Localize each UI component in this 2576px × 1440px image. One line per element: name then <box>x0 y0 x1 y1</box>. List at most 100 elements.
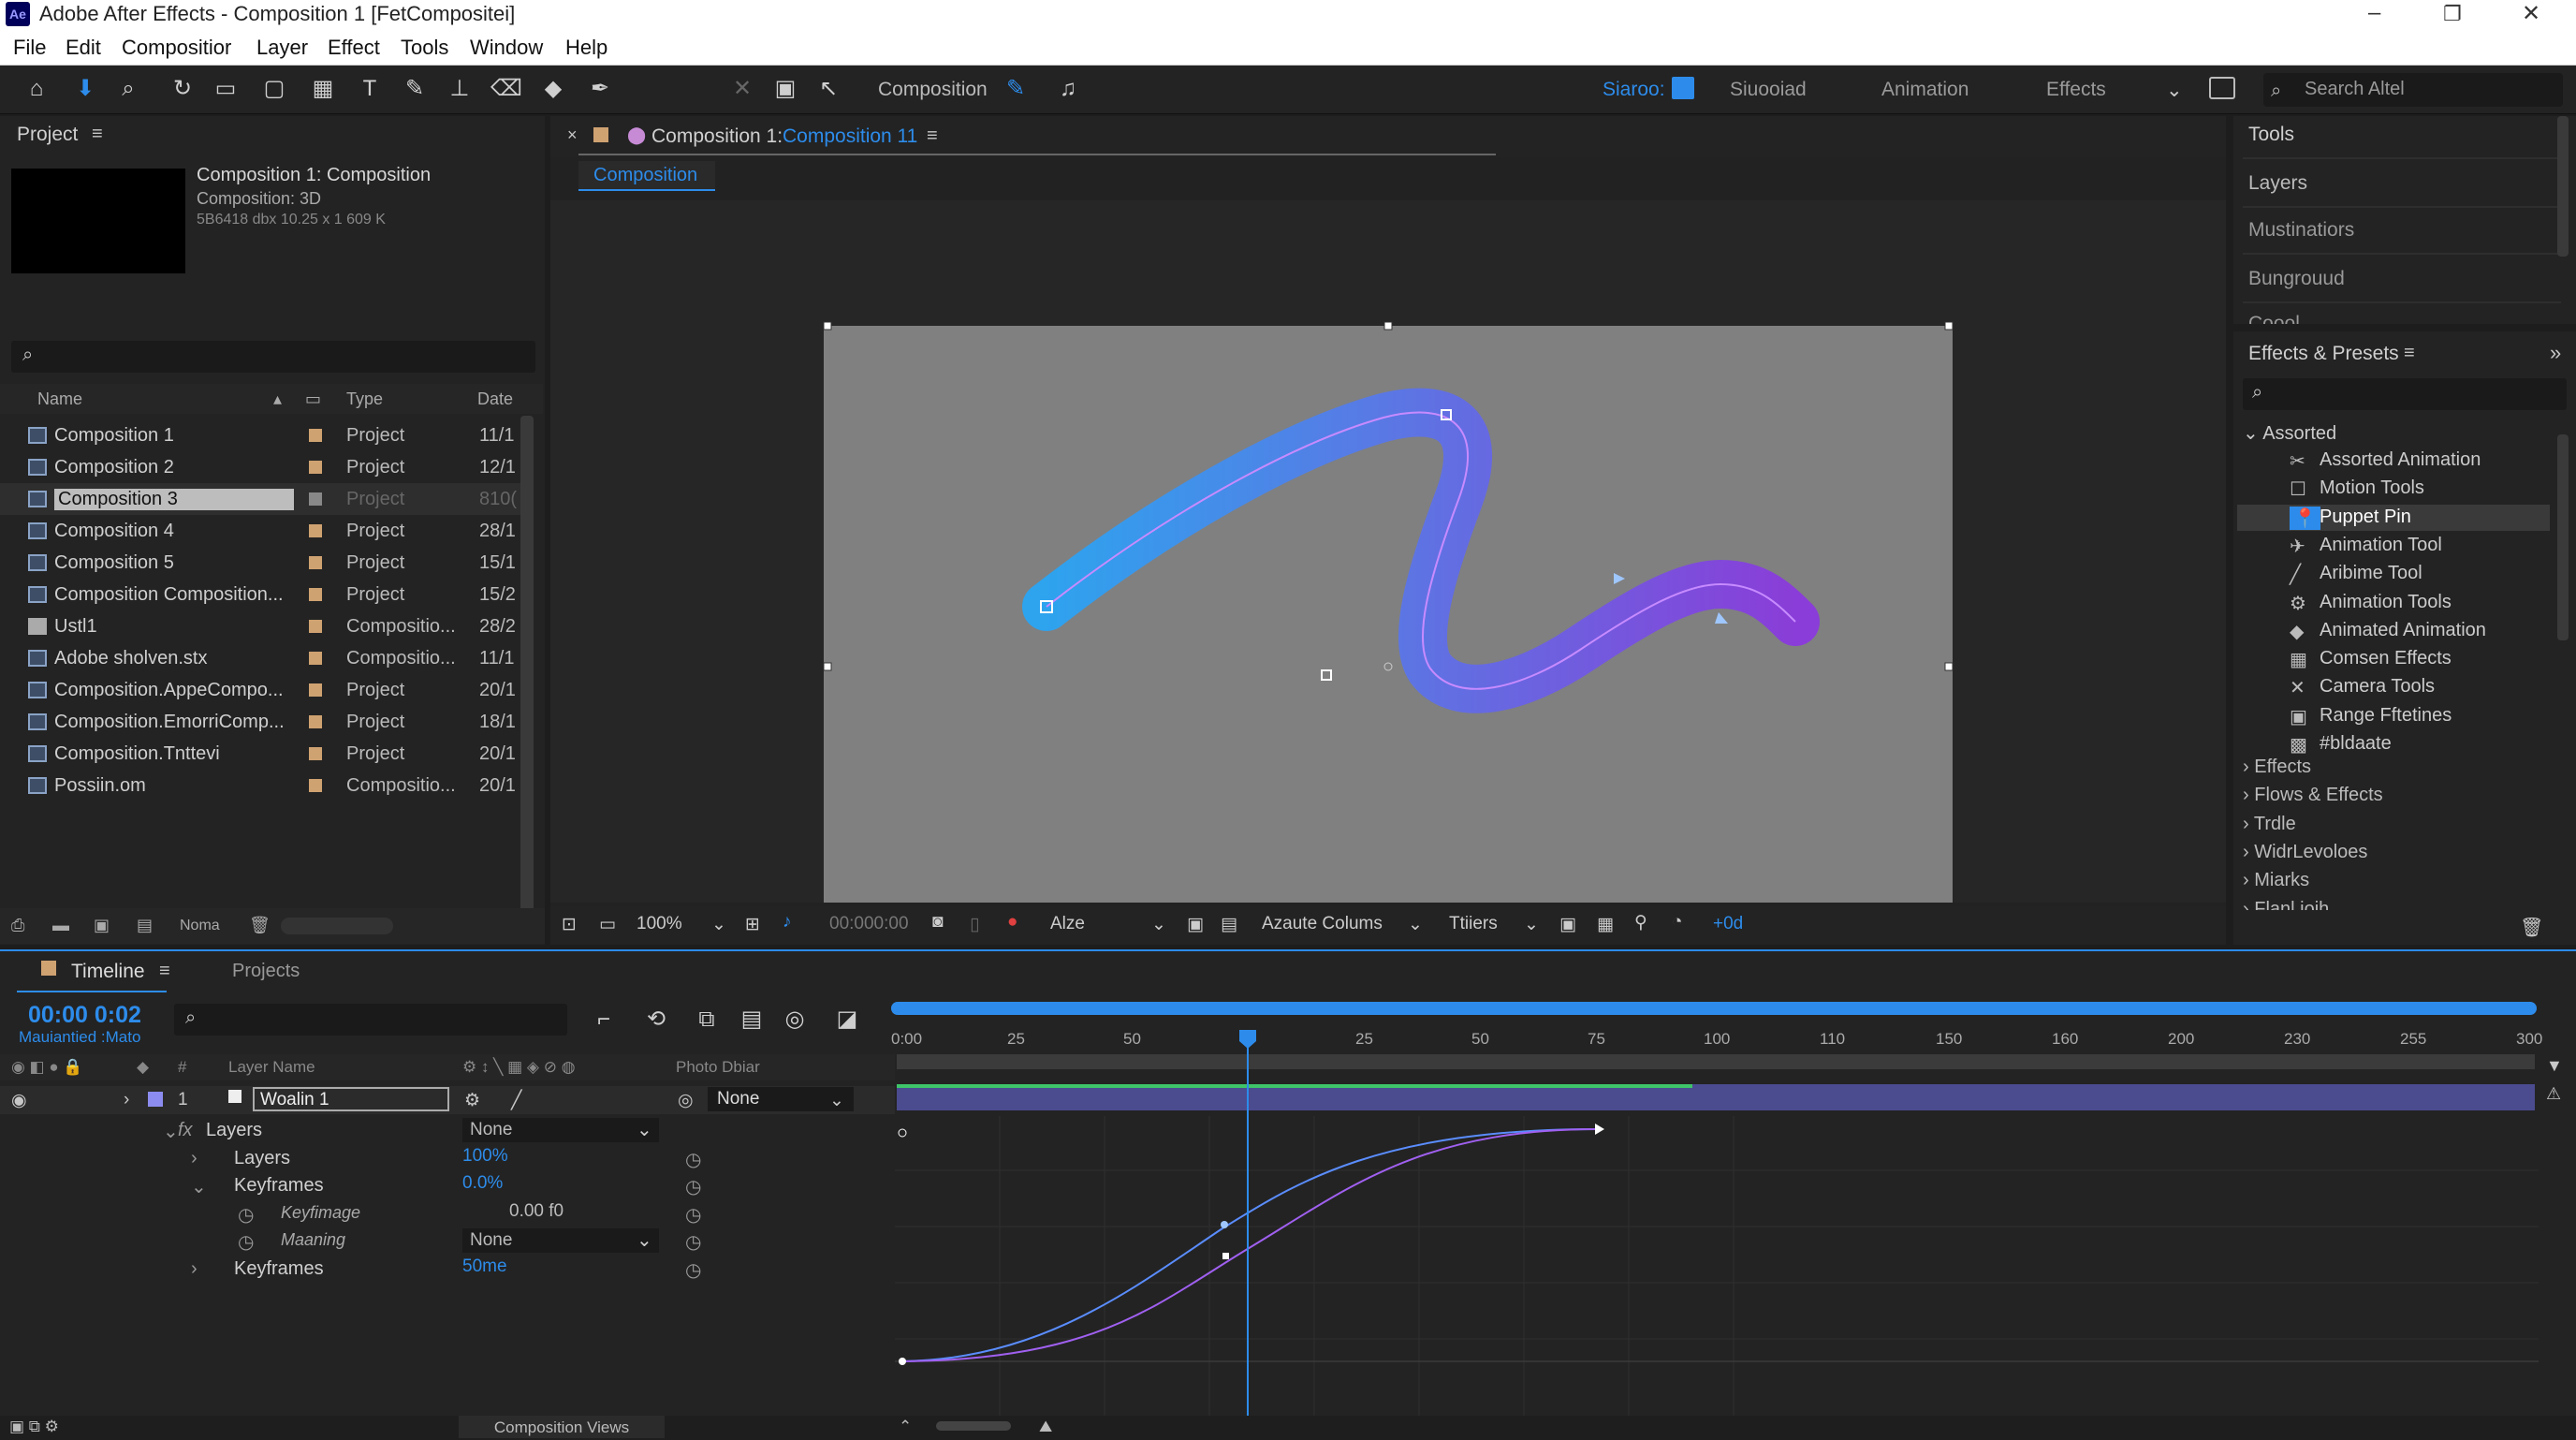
zoom-out-icon[interactable]: ⌃ <box>899 1418 912 1436</box>
restore-icon[interactable]: ❐ <box>2443 2 2462 26</box>
minimize-icon[interactable]: – <box>2368 0 2380 26</box>
color-icon[interactable]: ● <box>1007 912 1017 933</box>
snapshot-icon[interactable]: ◙ <box>932 912 943 933</box>
viewer-close-icon[interactable]: × <box>567 125 578 145</box>
label-swatch[interactable] <box>309 779 322 792</box>
effects-tree-item[interactable]: 📍 Puppet Pin <box>2237 504 2550 531</box>
exposure-value[interactable]: +0d <box>1713 914 1743 934</box>
zoom-value[interactable]: 100% <box>637 914 682 934</box>
exposure-icon[interactable]: ◔ <box>1672 912 1682 933</box>
align-icon[interactable]: ↖ <box>814 75 842 103</box>
effects-section[interactable]: › WidrLevoloes <box>2243 842 2552 868</box>
draft-3d-icon[interactable]: ⟲ <box>642 1006 670 1034</box>
property-row[interactable]: › Keyframes 50me ◷ <box>0 1255 895 1283</box>
parent-header[interactable]: Photo Dbiar <box>676 1058 760 1077</box>
property-twirl-icon[interactable]: ◷ <box>238 1203 254 1227</box>
filter-select[interactable]: Ttiiers <box>1449 914 1498 934</box>
menu-help[interactable]: Help <box>565 36 607 60</box>
viewer-tab-link[interactable]: Composition 11 <box>783 125 917 148</box>
menu-window[interactable]: Window <box>470 36 543 60</box>
project-item[interactable]: Composition.Tnttevi Project 20/1 <box>0 738 524 770</box>
selection-tool-icon[interactable]: ⬇ <box>71 75 99 103</box>
new-folder-icon[interactable]: ▬ <box>52 916 69 935</box>
layer-chevron-icon[interactable]: ⌄ <box>1151 914 1166 935</box>
eraser-tool-icon[interactable]: ⌫ <box>490 75 522 103</box>
property-twirl-icon[interactable]: › <box>191 1258 198 1280</box>
show-snapshot-icon[interactable]: ▯ <box>970 914 979 935</box>
tree-header[interactable]: ⌄ Assorted <box>2243 421 2336 445</box>
col-name[interactable]: Name <box>37 389 82 409</box>
sort-arrow-icon[interactable]: ▴ <box>273 389 282 409</box>
parent-pickwhip-icon[interactable]: ◎ <box>678 1090 694 1111</box>
effects-section[interactable]: › Trdle <box>2243 814 2552 840</box>
effects-section[interactable]: › Flanl.ioih <box>2243 899 2552 910</box>
monitor-icon[interactable]: ▭ <box>599 914 616 935</box>
layer-name-header[interactable]: Layer Name <box>228 1058 315 1077</box>
property-chevron-icon[interactable]: ⌄ <box>637 1118 652 1141</box>
property-row[interactable]: › Layers 100% ◷ <box>0 1144 895 1172</box>
layer-twirl-icon[interactable]: › <box>124 1090 129 1110</box>
viewer-timecode[interactable]: 00:000:00 <box>829 914 909 934</box>
graph-editor-svg[interactable] <box>895 1116 2539 1425</box>
property-stopwatch-icon[interactable]: ◷ <box>685 1230 701 1254</box>
property-value[interactable]: 0.00 f0 <box>509 1201 564 1222</box>
project-item[interactable]: Composition.AppeCompo... Project 20/1 <box>0 674 524 706</box>
label-swatch[interactable] <box>309 429 322 442</box>
property-twirl-icon[interactable]: ⌄ <box>191 1175 207 1198</box>
workspace-panel-icon[interactable] <box>2209 77 2235 99</box>
effects-section[interactable]: › Effects <box>2243 757 2552 783</box>
panel-cut-item[interactable]: Coool <box>2248 313 2300 324</box>
project-item[interactable]: Ustl1 Compositio... 28/2 <box>0 610 524 642</box>
layer-row[interactable]: ◉ › 1 Woalin 1 ⚙ ╱ ◎ None ⌄ <box>0 1086 895 1114</box>
project-scrollbar[interactable] <box>520 416 534 936</box>
timeline-tab[interactable]: Timeline <box>71 961 145 983</box>
timeline-search-input[interactable] <box>174 1004 567 1036</box>
projects-tab[interactable]: Projects <box>232 961 300 982</box>
graph-editor-icon[interactable]: ◪ <box>833 1006 861 1034</box>
project-item[interactable]: Composition.EmorriComp... Project 18/1 <box>0 706 524 738</box>
motion-blur-icon[interactable]: ◎ <box>781 1006 809 1034</box>
project-item[interactable]: Composition Composition... Project 15/2 <box>0 579 524 610</box>
effects-tree-item[interactable]: ▦ Comsen Effects <box>2237 646 2550 672</box>
project-settings-icon[interactable]: ▤ <box>137 916 153 935</box>
property-row[interactable]: ◷ Keyfimage 0.00 f0 ◷ <box>0 1199 895 1227</box>
effects-section[interactable]: › Miarks <box>2243 870 2552 896</box>
timeline-graph-icon[interactable]: ⚠ <box>2546 1084 2561 1104</box>
footer-render-icon[interactable]: ▣ ⧉ ⚙ <box>9 1418 59 1436</box>
workspace-default[interactable]: Siaroo: <box>1603 79 1665 101</box>
property-value[interactable]: 50me <box>462 1256 507 1277</box>
timeline-zoom-slider[interactable] <box>936 1421 1011 1431</box>
property-row[interactable]: ⌄ fx Layers None ⌄ <box>0 1116 895 1144</box>
brush-tool-icon[interactable]: ✎ <box>401 75 429 103</box>
layer-name[interactable]: Woalin 1 <box>253 1087 449 1111</box>
effects-trash-icon[interactable]: 🗑 <box>2520 916 2543 939</box>
property-twirl-icon[interactable]: ⌄ <box>163 1120 179 1143</box>
menu-tools[interactable]: Tools <box>401 36 448 60</box>
workspace-effects[interactable]: Effects <box>2046 79 2106 101</box>
property-stopwatch-icon[interactable]: ◷ <box>685 1148 701 1171</box>
property-value[interactable]: None <box>462 1228 659 1254</box>
new-comp-icon[interactable]: ▣ <box>94 916 110 935</box>
layer-switch-icon[interactable]: ⚙ <box>464 1090 480 1111</box>
camera-tool-icon[interactable]: ▭ <box>212 75 240 103</box>
label-swatch[interactable] <box>309 524 322 537</box>
3d-view-icon[interactable]: ▦ <box>1597 914 1614 935</box>
property-value[interactable]: 100% <box>462 1146 508 1167</box>
menu-edit[interactable]: Edit <box>66 36 101 60</box>
close-icon[interactable]: ✕ <box>2522 0 2540 27</box>
snap-icon[interactable]: ✕ <box>728 75 756 103</box>
label-swatch[interactable] <box>309 556 322 569</box>
right-top-scrollbar[interactable] <box>2557 116 2569 257</box>
label-swatch[interactable] <box>309 652 322 665</box>
text-tool-icon[interactable]: T <box>356 75 384 103</box>
pen-tool-icon[interactable]: ✒ <box>586 75 614 103</box>
col-date[interactable]: Date <box>477 389 513 409</box>
property-chevron-icon[interactable]: ⌄ <box>637 1228 652 1252</box>
project-item[interactable]: Adobe sholven.stx Compositio... 11/1 <box>0 642 524 674</box>
menu-layer[interactable]: Layer <box>256 36 308 60</box>
layer-select[interactable]: Alze <box>1050 914 1085 934</box>
label-swatch[interactable] <box>309 747 322 760</box>
property-value[interactable]: None <box>462 1118 659 1142</box>
effects-tree-item[interactable]: ✕ Camera Tools <box>2237 674 2550 700</box>
comp-mini-flow-icon[interactable]: ⌐ <box>590 1006 618 1034</box>
